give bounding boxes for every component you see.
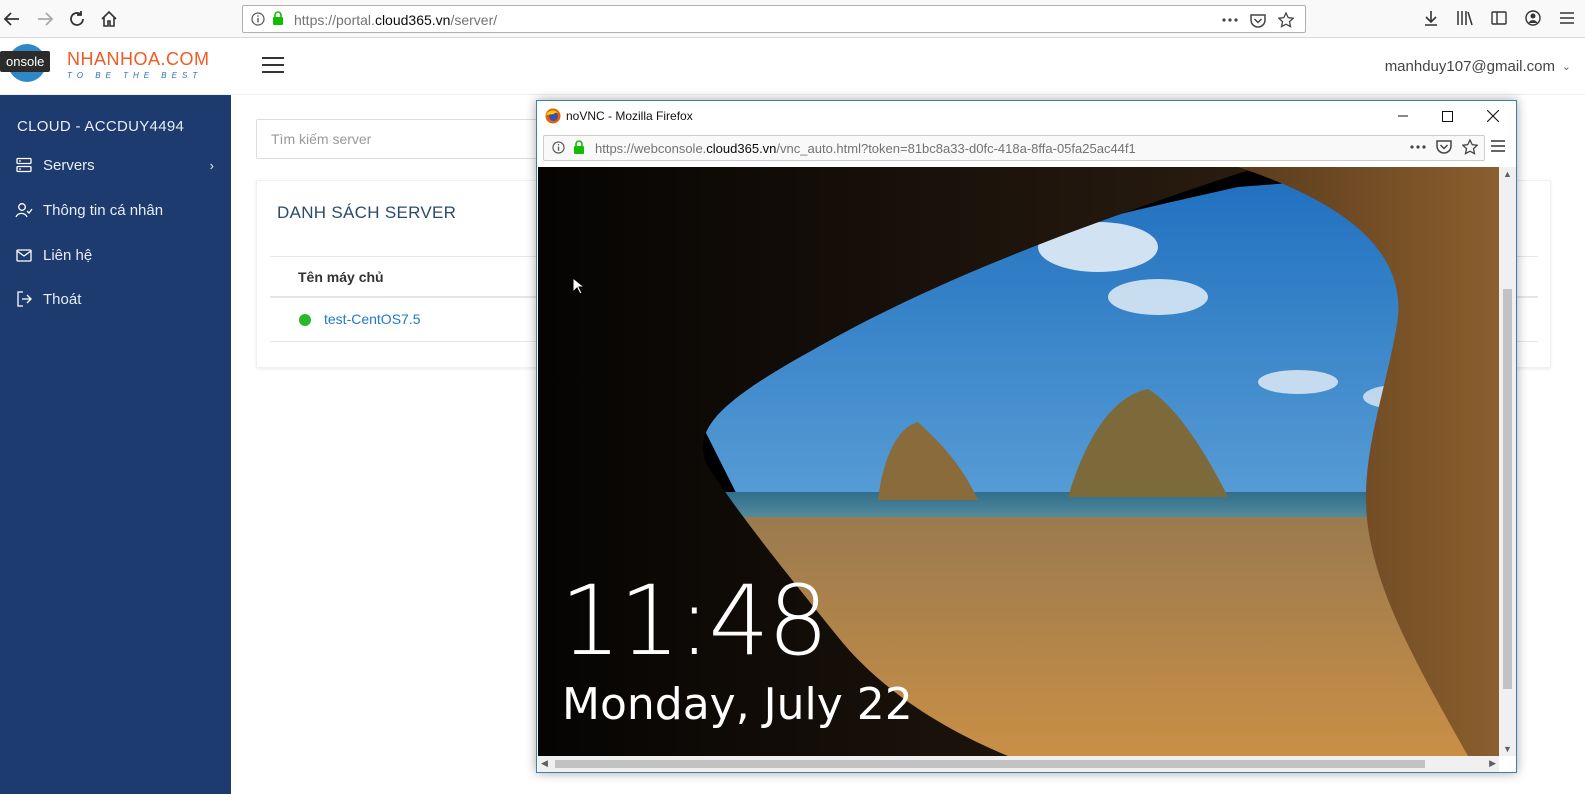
sidebar-item-contact[interactable]: Liên hệ xyxy=(14,241,224,269)
forward-icon[interactable] xyxy=(33,7,57,31)
info-icon[interactable] xyxy=(552,141,565,159)
horizontal-scrollbar[interactable]: ◀ ▶ xyxy=(538,756,1499,772)
lockscreen-time: 11:48 xyxy=(560,565,829,677)
browser-toolbar: https://portal.cloud365.vn/server/ xyxy=(0,0,1585,38)
sidebar-item-label: Thoát xyxy=(43,290,82,308)
home-icon[interactable] xyxy=(97,7,121,31)
url-text: https://portal.cloud365.vn/server/ xyxy=(294,12,498,28)
popup-title: noVNC - Mozilla Firefox xyxy=(566,109,693,123)
portal-header: onsole NHANHOA.COM TO BE THE BEST manhdu… xyxy=(0,39,1585,95)
chevron-right-icon: › xyxy=(209,157,214,173)
user-icon xyxy=(14,201,34,219)
minimize-icon[interactable] xyxy=(1380,101,1426,131)
bookmark-star-icon[interactable] xyxy=(1277,11,1295,29)
sidebar-toggle-icon[interactable] xyxy=(1489,8,1509,28)
lockscreen-date: Monday, July 22 xyxy=(562,679,913,730)
server-icon xyxy=(14,156,34,174)
card-title: DANH SÁCH SERVER xyxy=(277,203,457,222)
address-bar[interactable]: https://portal.cloud365.vn/server/ xyxy=(242,5,1306,33)
page-actions-icon[interactable] xyxy=(1221,11,1239,29)
scroll-thumb[interactable] xyxy=(555,760,1425,768)
novnc-popup-window: noVNC - Mozilla Firefox https://webconso… xyxy=(536,100,1517,773)
info-icon[interactable] xyxy=(251,12,265,31)
console-tooltip: onsole xyxy=(0,51,51,72)
scroll-down-icon[interactable]: ▼ xyxy=(1503,744,1512,754)
sidebar-title: CLOUD - ACCDUY4494 xyxy=(17,118,185,135)
search-input[interactable] xyxy=(257,120,555,158)
scroll-left-icon[interactable]: ◀ xyxy=(541,758,548,769)
menu-icon[interactable] xyxy=(1490,139,1508,157)
reload-icon[interactable] xyxy=(65,7,89,31)
scroll-thumb[interactable] xyxy=(1503,289,1512,689)
vnc-canvas[interactable]: 11:48 Monday, July 22 xyxy=(538,167,1499,756)
pocket-icon[interactable] xyxy=(1436,139,1452,160)
bookmark-star-icon[interactable] xyxy=(1461,138,1479,160)
mail-icon xyxy=(14,246,34,264)
lock-icon xyxy=(272,11,284,31)
popup-address-bar[interactable]: https://webconsole.cloud365.vn/vnc_auto.… xyxy=(543,135,1485,161)
sidebar-item-profile[interactable]: Thông tin cá nhân xyxy=(14,196,224,224)
lock-icon xyxy=(573,140,585,160)
logout-icon xyxy=(14,290,34,308)
chevron-down-icon[interactable]: ⌄ xyxy=(1562,60,1571,73)
user-menu[interactable]: manhduy107@gmail.com xyxy=(1385,58,1555,75)
page-actions-icon[interactable] xyxy=(1410,139,1426,160)
status-online-icon xyxy=(299,314,311,326)
library-icon[interactable] xyxy=(1455,8,1475,28)
column-header-name: Tên máy chủ xyxy=(298,269,384,285)
scroll-up-icon[interactable]: ▲ xyxy=(1503,169,1512,179)
sidebar-item-logout[interactable]: Thoát xyxy=(14,285,224,313)
vertical-scrollbar[interactable]: ▲ ▼ xyxy=(1499,167,1516,756)
logo-tagline: TO BE THE BEST xyxy=(67,71,203,80)
search-box xyxy=(256,119,556,159)
sidebar-item-servers[interactable]: Servers › xyxy=(14,151,224,179)
popup-url-text: https://webconsole.cloud365.vn/vnc_auto.… xyxy=(595,141,1136,156)
hamburger-menu-icon[interactable] xyxy=(262,57,284,75)
logo-text[interactable]: NHANHOA.COM xyxy=(67,49,210,70)
maximize-icon[interactable] xyxy=(1424,101,1470,131)
sidebar-item-label: Thông tin cá nhân xyxy=(43,201,164,219)
popup-titlebar[interactable]: noVNC - Mozilla Firefox xyxy=(537,101,1516,131)
sidebar-item-label: Liên hệ xyxy=(43,246,93,264)
firefox-icon xyxy=(545,108,561,124)
menu-icon[interactable] xyxy=(1557,8,1577,28)
downloads-icon[interactable] xyxy=(1421,8,1441,28)
scroll-right-icon[interactable]: ▶ xyxy=(1489,758,1496,769)
close-icon[interactable] xyxy=(1470,101,1516,131)
back-icon[interactable] xyxy=(0,7,24,31)
server-link[interactable]: test-CentOS7.5 xyxy=(324,311,421,327)
sidebar-item-label: Servers xyxy=(43,156,95,174)
sidebar: CLOUD - ACCDUY4494 Servers › Thông tin c… xyxy=(0,95,231,794)
pocket-icon[interactable] xyxy=(1249,11,1267,29)
account-icon[interactable] xyxy=(1523,8,1543,28)
mouse-cursor-icon xyxy=(572,277,584,295)
